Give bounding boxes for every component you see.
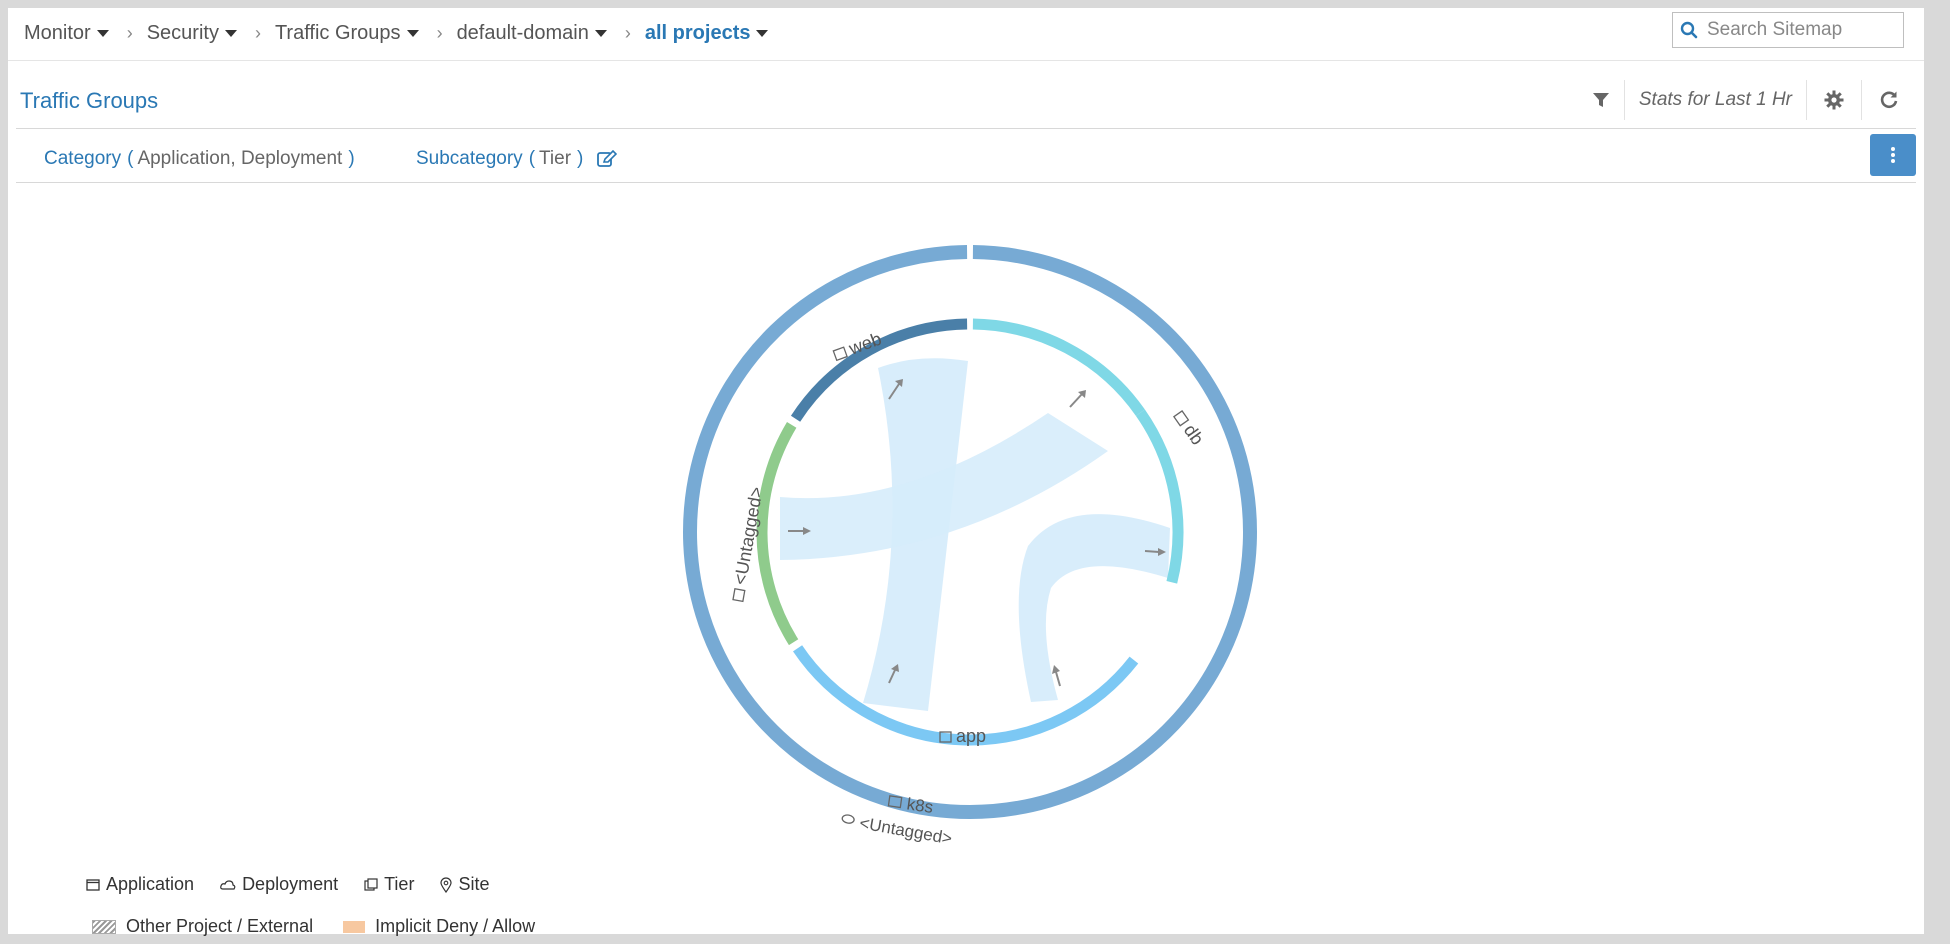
chevron-right-icon: ›	[254, 23, 261, 43]
breadcrumb-label: Monitor	[24, 22, 91, 44]
ribbons-group	[780, 358, 1170, 711]
legend-item-site: Site	[440, 874, 489, 895]
breadcrumb-label: Security	[146, 22, 219, 44]
arc-db[interactable]	[972, 318, 1145, 416]
category-row: Category ( Application, Deployment ) Sub…	[16, 128, 1916, 183]
legend-label: Other Project / External	[126, 916, 314, 936]
legend-secondary: Other Project / External Implicit Deny /…	[92, 916, 565, 937]
gear-icon	[1824, 90, 1844, 110]
breadcrumb-label: Traffic Groups	[274, 22, 401, 44]
breadcrumb-label: default-domain	[456, 22, 589, 44]
stats-range-button[interactable]: Stats for Last 1 Hr	[1623, 80, 1806, 120]
tier-icon	[364, 877, 378, 891]
app-label: app	[956, 726, 986, 746]
traffic-chord-chart: web db app <Untagged> k8s <Untagged>	[683, 245, 1257, 848]
tier-icon	[1172, 410, 1190, 427]
legend-label: Deployment	[242, 874, 339, 894]
search-box	[1672, 12, 1904, 48]
filter-button[interactable]	[1578, 80, 1624, 120]
caret-down-icon	[224, 30, 237, 37]
caret-down-icon	[96, 30, 109, 37]
deployment-icon	[841, 814, 855, 824]
caret-down-icon	[594, 30, 607, 37]
legend-item-tier: Tier	[364, 874, 414, 895]
vertical-dots-icon	[1891, 147, 1895, 163]
category-label: Category	[44, 148, 122, 169]
breadcrumb: Monitor › Security › Traffic Groups › de…	[24, 22, 769, 45]
deployment-icon	[220, 879, 236, 890]
top-bar: Monitor › Security › Traffic Groups › de…	[8, 8, 1924, 61]
settings-button[interactable]	[1806, 80, 1861, 120]
tier-icon	[732, 588, 746, 603]
segment-label-db: db	[1172, 410, 1208, 449]
more-options-button[interactable]	[1870, 134, 1916, 176]
paren-close: )	[577, 148, 584, 169]
hatch-swatch	[92, 919, 116, 934]
legend-label: Tier	[384, 874, 415, 894]
caret-down-icon	[406, 30, 419, 37]
caret-down-icon	[756, 30, 769, 37]
category-selector[interactable]: Category ( Application, Deployment )	[44, 148, 355, 170]
chevron-right-icon: ›	[624, 23, 631, 43]
subcategory-label: Subcategory	[416, 148, 523, 169]
paren-close: )	[348, 148, 355, 169]
chevron-right-icon: ›	[126, 23, 133, 43]
legend-label: Site	[458, 874, 490, 894]
legend: Application Deployment Tier Site	[86, 874, 515, 895]
tier-icon	[832, 346, 848, 362]
search-input[interactable]	[1705, 18, 1899, 42]
breadcrumb-monitor[interactable]: Monitor	[24, 22, 109, 45]
breadcrumb-security[interactable]: Security	[147, 22, 237, 45]
title-row: Traffic Groups Stats for Last 1 Hr	[16, 70, 1916, 129]
application-icon	[86, 878, 100, 891]
legend-item-implicit: Implicit Deny / Allow	[343, 916, 535, 937]
page-title: Traffic Groups	[20, 88, 159, 113]
subcategory-value: Tier	[539, 148, 572, 169]
breadcrumb-traffic-groups[interactable]: Traffic Groups	[275, 22, 419, 45]
stats-label: Stats for Last 1 Hr	[1638, 89, 1792, 110]
filter-icon	[1592, 93, 1609, 107]
paren-open: (	[127, 148, 134, 169]
legend-item-application: Application	[86, 874, 194, 895]
category-value: Application, Deployment	[137, 148, 343, 169]
site-icon	[440, 876, 453, 893]
legend-item-other-project: Other Project / External	[92, 916, 313, 937]
paren-open: (	[528, 148, 536, 169]
untagged-deployment-label: <Untagged>	[858, 813, 954, 848]
legend-label: Implicit Deny / Allow	[375, 916, 536, 936]
refresh-button[interactable]	[1861, 80, 1916, 120]
breadcrumb-default-domain[interactable]: default-domain	[457, 22, 607, 45]
toolbar: Stats for Last 1 Hr	[1578, 80, 1916, 120]
chevron-right-icon: ›	[436, 23, 443, 43]
implicit-swatch	[343, 920, 366, 933]
ribbon-db-app[interactable]	[1018, 514, 1170, 702]
breadcrumb-all-projects[interactable]: all projects	[645, 22, 769, 45]
flow-arrow-icon	[1069, 390, 1086, 408]
edit-icon[interactable]	[597, 150, 618, 168]
breadcrumb-label: all projects	[644, 22, 751, 44]
legend-item-deployment: Deployment	[220, 874, 338, 895]
search-icon	[1673, 21, 1705, 39]
legend-label: Application	[106, 874, 195, 894]
app-frame: Monitor › Security › Traffic Groups › de…	[8, 8, 1924, 937]
refresh-icon	[1880, 91, 1898, 109]
subcategory-selector[interactable]: Subcategory ( Tier )	[416, 148, 618, 170]
db-label: db	[1180, 421, 1208, 449]
k8s-label: k8s	[906, 794, 935, 816]
